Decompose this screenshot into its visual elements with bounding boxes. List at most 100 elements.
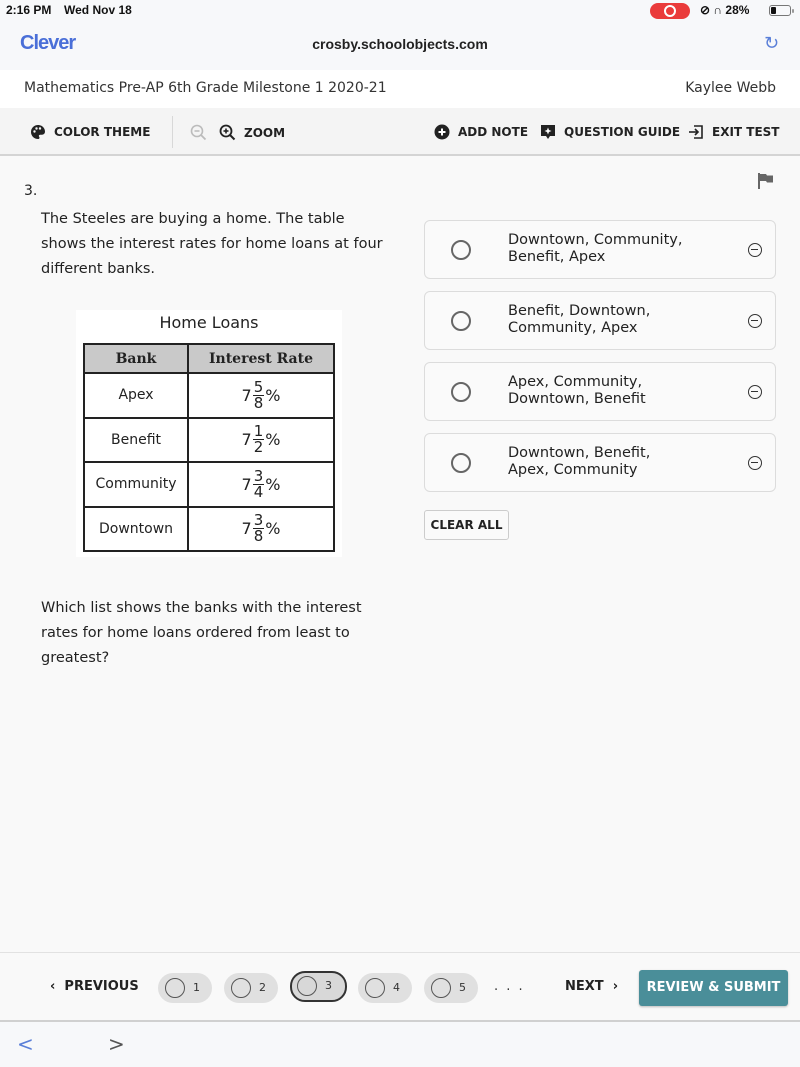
denominator: 4: [253, 482, 264, 501]
question-page-4[interactable]: 4: [358, 973, 412, 1003]
mixed-number: 7 5 8%: [241, 379, 281, 412]
test-title: Mathematics Pre-AP 6th Grade Milestone 1…: [24, 80, 387, 96]
answer-choice[interactable]: Downtown, Community, Benefit, Apex: [424, 220, 776, 279]
bank-name: Community: [83, 461, 189, 508]
bank-name: Apex: [83, 372, 189, 419]
screen-recording-icon[interactable]: [650, 3, 690, 19]
denominator: 8: [253, 527, 264, 546]
percent-sign: %: [265, 519, 281, 539]
palette-icon: [31, 125, 45, 139]
eliminate-choice-icon[interactable]: [748, 243, 762, 257]
browser-back-icon[interactable]: <: [17, 1032, 34, 1056]
choice-text: Downtown, Community, Benefit, Apex: [508, 232, 683, 265]
browser-bottom-bar: < >: [0, 1022, 800, 1067]
flag-icon: [758, 173, 773, 189]
chevron-right-icon: ›: [612, 979, 619, 994]
interest-rate: 7 5 8%: [187, 372, 335, 419]
user-name: Kaylee Webb: [685, 80, 776, 96]
color-theme-button[interactable]: COLOR THEME: [30, 124, 150, 140]
question-guide-button[interactable]: QUESTION GUIDE: [540, 124, 680, 140]
home-loans-figure: Home Loans Bank Interest Rate Apex 7 5 8% Be…: [76, 310, 342, 557]
table-row: Benefit 7 1 2%: [83, 416, 335, 463]
answer-choice[interactable]: Downtown, Benefit, Apex, Community: [424, 433, 776, 492]
browser-forward-icon[interactable]: >: [108, 1032, 125, 1056]
eliminate-choice-icon[interactable]: [748, 456, 762, 470]
zoom-in-icon: [219, 124, 236, 141]
page-number: 1: [193, 981, 200, 994]
address-bar[interactable]: crosby.schoolobjects.com: [0, 36, 800, 52]
radio-button[interactable]: [451, 382, 471, 402]
bank-name: Downtown: [83, 505, 189, 552]
reload-icon[interactable]: ↻: [764, 33, 779, 54]
page-number: 3: [325, 979, 332, 992]
add-note-button[interactable]: ADD NOTE: [434, 124, 528, 140]
browser-toolbar: Clever crosby.schoolobjects.com ↻: [0, 22, 800, 70]
radio-button[interactable]: [451, 240, 471, 260]
percent-sign: %: [265, 474, 281, 494]
question-page-1[interactable]: 1: [158, 973, 212, 1003]
answer-choice[interactable]: Apex, Community, Downtown, Benefit: [424, 362, 776, 421]
interest-rate: 7 3 8%: [187, 505, 335, 552]
clear-all-button[interactable]: CLEAR ALL: [424, 510, 509, 540]
interest-rate: 7 3 4%: [187, 461, 335, 508]
exit-test-label: EXIT TEST: [712, 125, 780, 139]
percent-sign: %: [265, 430, 281, 450]
question-page-3[interactable]: 3: [290, 971, 347, 1002]
link-icon: ⊘: [700, 3, 711, 17]
home-loans-table: Bank Interest Rate Apex 7 5 8% Benefit 7 1 2% Co…: [83, 343, 335, 552]
add-note-label: ADD NOTE: [458, 125, 529, 139]
unanswered-circle-icon: [165, 978, 185, 998]
question-number: 3.: [24, 183, 38, 199]
status-time: 2:16 PM: [6, 3, 52, 17]
question-guide-icon: [541, 125, 555, 139]
unanswered-circle-icon: [231, 978, 251, 998]
question-page-2[interactable]: 2: [224, 973, 278, 1003]
column-header-interest-rate: Interest Rate: [187, 343, 335, 374]
zoom-out-button[interactable]: [190, 124, 207, 141]
eliminate-choice-icon[interactable]: [748, 385, 762, 399]
page-number: 5: [459, 981, 466, 994]
mixed-number: 7 3 8%: [242, 513, 281, 544]
color-theme-label: COLOR THEME: [54, 125, 151, 139]
whole-part: 7: [241, 519, 252, 539]
next-button[interactable]: NEXT ›: [565, 979, 618, 994]
mixed-number: 7 3 4%: [242, 468, 281, 501]
test-toolbar: COLOR THEME ZOOM ADD NOTE QUESTION GUIDE…: [0, 108, 800, 156]
question-prompt: Which list shows the banks with the inte…: [41, 600, 362, 666]
more-pages-ellipsis[interactable]: . . .: [494, 979, 525, 994]
chevron-left-icon: ‹: [50, 979, 56, 994]
table-row: Apex 7 5 8%: [83, 372, 335, 419]
eliminate-choice-icon[interactable]: [748, 314, 762, 328]
column-header-bank: Bank: [83, 343, 189, 374]
zoom-label: ZOOM: [244, 125, 286, 140]
zoom-in-button[interactable]: ZOOM: [219, 124, 285, 141]
interest-rate: 7 1 2%: [187, 416, 335, 463]
question-navigation: ‹ PREVIOUS 1 2 3 4 5 . . . NEXT › REVIEW & S…: [0, 952, 800, 1022]
answer-choice[interactable]: Benefit, Downtown, Community, Apex: [424, 291, 776, 350]
question-page-5[interactable]: 5: [424, 973, 478, 1003]
review-submit-button[interactable]: REVIEW & SUBMIT: [639, 970, 788, 1006]
whole-part: 7: [241, 385, 252, 405]
headphones-icon: ∩: [713, 3, 723, 17]
exit-test-button[interactable]: EXIT TEST: [688, 124, 780, 140]
battery-icon: [769, 5, 794, 16]
flag-button[interactable]: [757, 172, 775, 194]
mixed-number: 7 1 2%: [242, 424, 281, 455]
table-row: Downtown 7 3 8%: [83, 505, 335, 552]
denominator: 2: [253, 438, 264, 457]
denominator: 8: [253, 393, 264, 412]
choice-text: Downtown, Benefit, Apex, Community: [508, 445, 651, 478]
whole-part: 7: [241, 430, 252, 450]
percent-sign: %: [265, 385, 281, 405]
question-stem: The Steeles are buying a home. The table…: [41, 211, 383, 277]
radio-button[interactable]: [451, 311, 471, 331]
test-header: Mathematics Pre-AP 6th Grade Milestone 1…: [0, 70, 800, 108]
radio-button[interactable]: [451, 453, 471, 473]
page-number: 4: [393, 981, 400, 994]
choice-text: Benefit, Downtown, Community, Apex: [508, 303, 651, 336]
choice-text: Apex, Community, Downtown, Benefit: [508, 374, 646, 407]
exit-icon: [689, 125, 703, 139]
unanswered-circle-icon: [297, 976, 317, 996]
add-circle-icon: [434, 124, 450, 140]
previous-button[interactable]: ‹ PREVIOUS: [50, 979, 139, 994]
